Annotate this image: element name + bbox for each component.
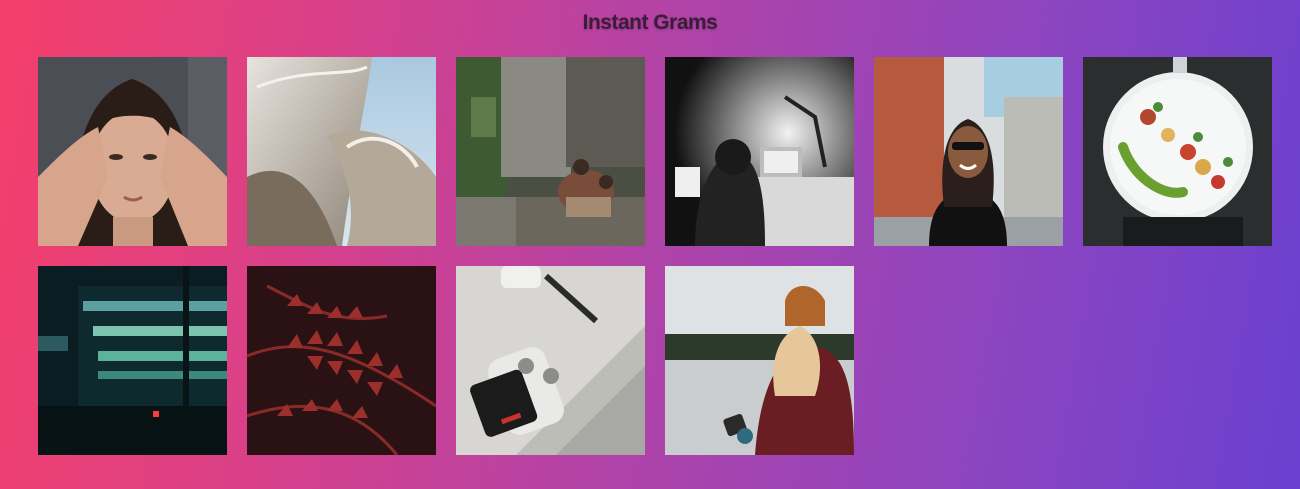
- photo-curved-metal-architecture: [247, 57, 436, 246]
- photo-food-plate: [1083, 57, 1272, 246]
- photo-person-by-lake: [665, 266, 854, 455]
- photo-red-fern: [247, 266, 436, 455]
- photo-grid: [38, 57, 1272, 455]
- photo-tile-building-at-night[interactable]: [38, 266, 227, 455]
- photo-person-at-desk-bw: [665, 57, 854, 246]
- photo-woman-portrait: [38, 57, 227, 246]
- photo-family-on-steps: [456, 57, 645, 246]
- photo-tile-smiling-woman-street[interactable]: [874, 57, 1063, 246]
- photo-tile-drone-controller[interactable]: [456, 266, 645, 455]
- photo-drone-controller: [456, 266, 645, 455]
- photo-building-at-night: [38, 266, 227, 455]
- photo-tile-curved-metal-architecture[interactable]: [247, 57, 436, 246]
- photo-tile-person-at-desk-bw[interactable]: [665, 57, 854, 246]
- photo-tile-food-plate[interactable]: [1083, 57, 1272, 246]
- photo-tile-family-on-steps[interactable]: [456, 57, 645, 246]
- photo-tile-person-by-lake[interactable]: [665, 266, 854, 455]
- page-title: Instant Grams: [582, 11, 718, 34]
- photo-tile-red-fern[interactable]: [247, 266, 436, 455]
- photo-tile-woman-portrait[interactable]: [38, 57, 227, 246]
- photo-smiling-woman-street: [874, 57, 1063, 246]
